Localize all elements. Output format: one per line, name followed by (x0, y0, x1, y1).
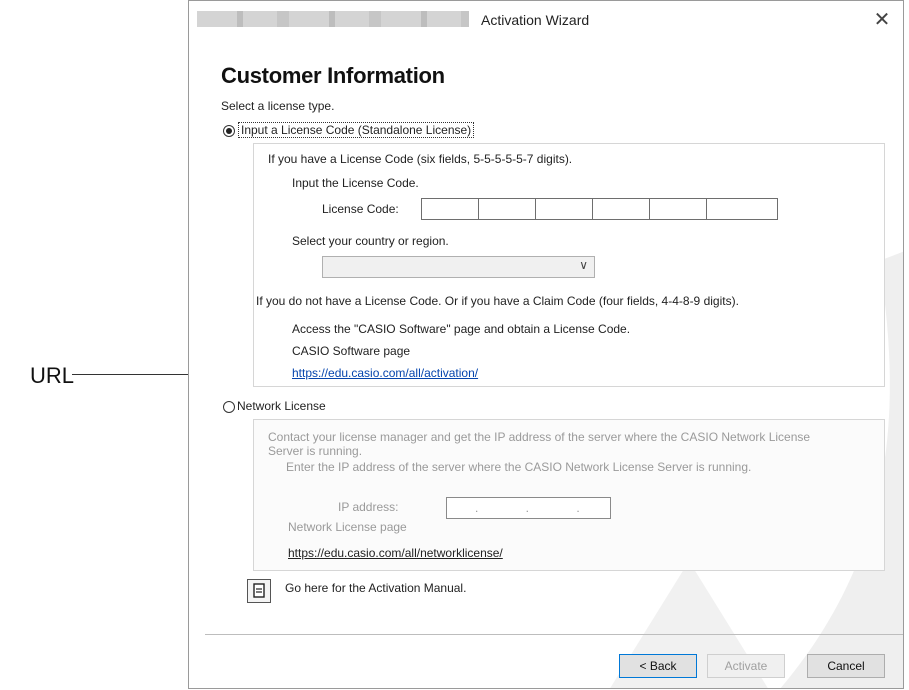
select-country-instruction: Select your country or region. (292, 234, 449, 248)
network-license-page-label: Network License page (288, 520, 407, 534)
close-icon[interactable]: ✕ (871, 9, 893, 31)
have-license-code-text: If you have a License Code (six fields, … (268, 152, 573, 166)
country-region-select[interactable]: ∨ (322, 256, 595, 278)
standalone-license-label: Input a License Code (Standalone License… (237, 122, 475, 138)
standalone-license-radio[interactable] (223, 125, 235, 137)
license-code-label: License Code: (322, 202, 399, 216)
access-casio-software-text: Access the "CASIO Software" page and obt… (292, 322, 631, 336)
network-license-link[interactable]: https://edu.casio.com/all/networklicense… (288, 546, 503, 560)
footer-separator (205, 634, 903, 635)
license-code-field-3[interactable] (535, 198, 593, 220)
input-license-code-instruction: Input the License Code. (292, 176, 419, 190)
network-license-label[interactable]: Network License (237, 399, 326, 413)
license-code-field-1[interactable] (421, 198, 479, 220)
contact-manager-text-2: Server is running. (268, 444, 363, 458)
license-code-field-4[interactable] (592, 198, 650, 220)
activate-button[interactable]: Activate (707, 654, 785, 678)
title-bar-obscured-area (197, 11, 469, 27)
document-icon[interactable] (247, 579, 271, 603)
back-button[interactable]: < Back (619, 654, 697, 678)
no-license-code-text: If you do not have a License Code. Or if… (256, 294, 739, 308)
license-code-field-6[interactable] (706, 198, 778, 220)
contact-manager-text-1: Contact your license manager and get the… (268, 430, 811, 444)
chevron-down-icon: ∨ (579, 258, 588, 272)
casio-software-page-label: CASIO Software page (292, 344, 411, 358)
network-license-group: Contact your license manager and get the… (253, 419, 885, 571)
page-title: Customer Information (221, 63, 445, 88)
cancel-button[interactable]: Cancel (807, 654, 885, 678)
window-title: Activation Wizard (481, 12, 590, 28)
license-code-field-5[interactable] (649, 198, 707, 220)
standalone-license-option[interactable]: Input a License Code (Standalone License… (237, 122, 475, 138)
activation-manual-text[interactable]: Go here for the Activation Manual. (285, 581, 466, 595)
ip-address-input[interactable]: . . . (446, 497, 611, 519)
title-bar: Activation Wizard ✕ (189, 1, 903, 39)
license-type-prompt: Select a license type. (221, 99, 335, 113)
network-license-radio[interactable] (223, 401, 235, 413)
activation-wizard-window: Activation Wizard ✕ Customer Information… (188, 0, 904, 689)
ip-address-label: IP address: (338, 500, 399, 514)
license-code-field-2[interactable] (478, 198, 536, 220)
url-callout-label: URL (30, 363, 75, 388)
casio-software-activation-link[interactable]: https://edu.casio.com/all/activation/ (292, 366, 478, 380)
enter-ip-instruction: Enter the IP address of the server where… (286, 460, 752, 474)
